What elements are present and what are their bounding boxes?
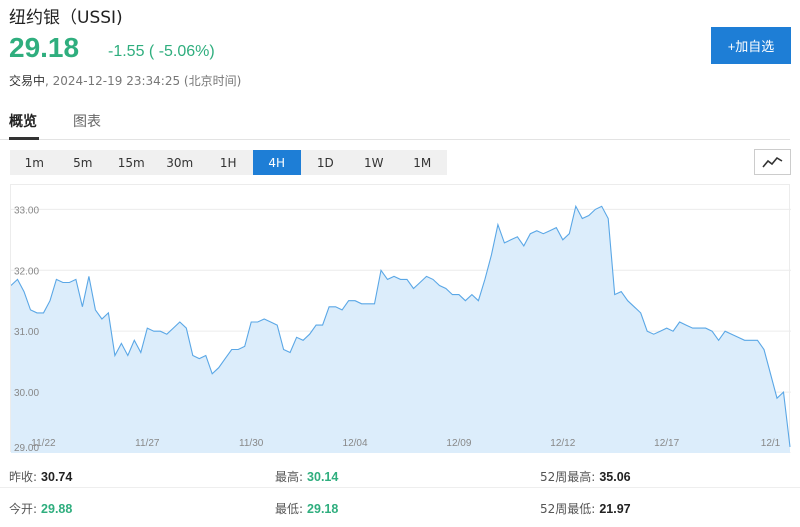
tab-chart[interactable]: 图表: [73, 111, 101, 131]
x-tick-label: 12/04: [343, 438, 368, 449]
instrument-title: 纽约银（USSI): [9, 8, 123, 28]
stat-open: 今开: 29.88: [9, 500, 72, 517]
period-1m[interactable]: 1m: [10, 150, 59, 175]
stats-divider: [0, 487, 800, 488]
x-tick-label: 11/27: [135, 438, 160, 449]
prev-close-value: 30.74: [41, 470, 73, 484]
low-label: 最低:: [275, 502, 304, 516]
price-chart-svg: 33.0032.0031.0030.0029.0011/22 11/27 11/30…: [11, 204, 791, 453]
open-value: 29.88: [41, 502, 73, 516]
period-1h[interactable]: 1H: [204, 150, 253, 175]
open-label: 今开:: [9, 502, 38, 516]
high52-label: 52周最高:: [540, 470, 596, 484]
trading-status: 交易中, 2024-12-19 23:34:25 (北京时间): [9, 74, 242, 88]
x-tick-label: 11/30: [239, 438, 264, 449]
price-area: [11, 206, 790, 453]
stat-low: 最低: 29.18: [275, 500, 338, 517]
y-tick-label: 32.00: [14, 266, 39, 277]
period-selector: 1m 5m 15m 30m 1H 4H 1D 1W 1M: [10, 150, 447, 175]
high-value: 30.14: [307, 470, 339, 484]
stat-prev-close: 昨收: 30.74: [9, 468, 72, 485]
price-change: -1.55 ( -5.06%): [108, 43, 215, 60]
period-1mo[interactable]: 1M: [398, 150, 447, 175]
period-30m[interactable]: 30m: [156, 150, 205, 175]
x-tick-label: 12/09: [446, 438, 471, 449]
x-tick-label: 12/17: [654, 438, 679, 449]
low52-value: 21.97: [599, 502, 631, 516]
x-tick-label: 12/1: [761, 438, 781, 449]
line-chart-icon: [761, 156, 782, 168]
active-tab-indicator: [9, 137, 39, 140]
stats-panel: 昨收: 30.74 最高: 30.14 52周最高: 35.06 今开: 29.88 最…: [0, 462, 800, 527]
stat-high: 最高: 30.14: [275, 468, 338, 485]
timestamp: 2024-12-19 23:34:25 (北京时间): [52, 74, 242, 88]
tab-bar: 概览 图表: [0, 108, 790, 140]
status-label: 交易中: [9, 74, 46, 88]
period-1w[interactable]: 1W: [350, 150, 399, 175]
x-tick-label: 11/22: [31, 438, 56, 449]
period-1d[interactable]: 1D: [301, 150, 350, 175]
last-price: 29.18: [9, 32, 80, 63]
y-tick-label: 31.00: [14, 327, 39, 338]
stat-52w-low: 52周最低: 21.97: [540, 500, 631, 517]
low-value: 29.18: [307, 502, 339, 516]
period-4h[interactable]: 4H: [252, 150, 301, 175]
x-tick-label: 12/12: [550, 438, 575, 449]
add-to-watchlist-button[interactable]: +加自选: [711, 27, 791, 64]
tab-overview[interactable]: 概览: [9, 111, 37, 131]
low52-label: 52周最低:: [540, 502, 596, 516]
y-tick-label: 30.00: [14, 388, 39, 399]
high52-value: 35.06: [599, 470, 631, 484]
period-15m[interactable]: 15m: [107, 150, 156, 175]
y-tick-label: 33.00: [14, 205, 39, 216]
period-5m[interactable]: 5m: [59, 150, 108, 175]
price-chart[interactable]: 33.00 32.00 31.00 30.00 29.00 11/22 11/27 11/30…: [10, 184, 791, 453]
prev-close-label: 昨收:: [9, 470, 38, 484]
chart-type-button[interactable]: [754, 149, 791, 175]
stat-52w-high: 52周最高: 35.06: [540, 468, 631, 485]
high-label: 最高:: [275, 470, 304, 484]
